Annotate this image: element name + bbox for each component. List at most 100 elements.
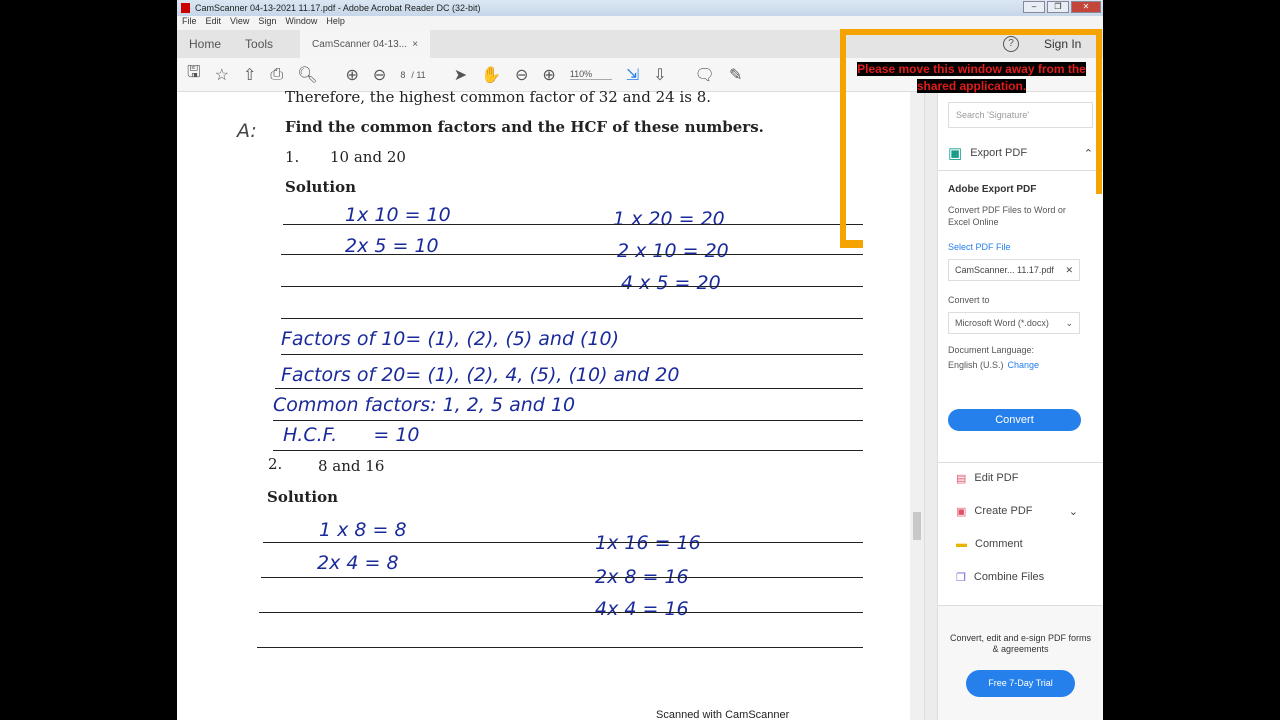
warning-line-2: shared application. [916,79,1027,93]
tool-edit-pdf[interactable]: ▤ Edit PDF [956,472,1018,485]
ruled-line [283,224,863,225]
solution2-label: Solution [267,488,338,506]
page-number-input[interactable]: 8 [400,70,405,80]
hand-tool-icon[interactable]: ✋ [481,65,501,85]
create-pdf-icon: ▣ [956,506,967,518]
solution1-label: Solution [285,178,356,196]
zoom-in-icon[interactable]: ⊕ [542,65,555,85]
tool-label: Combine Files [973,571,1045,583]
q2-text: 8 and 16 [318,457,385,475]
free-trial-button[interactable]: Free 7-Day Trial [966,670,1075,697]
scroll-mode-icon[interactable]: ⇩ [653,65,666,85]
hw-line: 2x 4 = 8 [317,552,399,574]
ruled-line [281,254,863,255]
tab-home[interactable]: Home [177,30,233,58]
restore-button[interactable]: ❐ [1047,1,1069,13]
tab-close-icon[interactable]: × [412,39,418,50]
format-value: Microsoft Word (*.docx) [955,318,1049,328]
ruled-line [281,354,863,355]
highlight-pen-icon[interactable]: ✎ [729,65,742,85]
chevron-down-icon: ⌄ [1065,318,1073,328]
right-black-bar [1103,0,1280,720]
divider [938,462,1103,463]
convert-button[interactable]: Convert [948,409,1081,431]
bookmark-star-icon[interactable]: ☆ [215,65,229,85]
hw-line: 1x 10 = 10 [345,204,451,226]
change-language-link[interactable]: Change [1008,360,1040,370]
page-total: / 11 [411,69,426,80]
tab-tools[interactable]: Tools [233,30,285,58]
ruled-line [261,577,863,578]
q1-number: 1. [285,148,300,166]
zoom-out-icon[interactable]: ⊖ [515,65,528,85]
file-name: CamScanner... 11.17.pdf [955,265,1054,275]
factors-of-20: Factors of 20= (1), (2), 4, (5), (10) an… [281,364,680,386]
document-page: Therefore, the highest common factor of … [177,88,912,720]
common-factors: Common factors: 1, 2, 5 and 10 [273,394,576,416]
minimize-button[interactable]: – [1023,1,1045,13]
warning-line-1: Please move this window away from the [857,62,1086,76]
page-up-icon[interactable]: ⊕ [346,65,359,85]
print-icon[interactable]: ⎙ [270,66,283,84]
ruled-line [259,612,863,613]
fit-page-icon[interactable]: ⇲ [626,65,639,85]
window-title: CamScanner 04-13-2021 11.17.pdf - Adobe … [195,3,481,13]
tool-label: Create PDF [974,505,1033,517]
selected-file-field[interactable]: CamScanner... 11.17.pdf ✕ [948,259,1080,281]
close-button[interactable]: ✕ [1071,1,1101,13]
hw-line: 4x 4 = 16 [595,598,689,620]
hw-line: 1 x 20 = 20 [613,208,725,230]
screen-share-warning: Please move this window away from the sha… [847,61,1096,95]
tab-document[interactable]: CamScanner 04-13... × [300,30,431,58]
title-bar: CamScanner 04-13-2021 11.17.pdf - Adobe … [177,0,1103,16]
menu-window[interactable]: Window [285,16,317,30]
language-value: English (U.S.) [948,360,1004,370]
save-icon[interactable]: 🖫 [187,61,201,88]
menu-help[interactable]: Help [326,16,345,30]
tool-label: Edit PDF [974,472,1019,484]
format-select[interactable]: Microsoft Word (*.docx) ⌄ [948,312,1080,334]
combine-files-icon: ❐ [956,572,966,584]
tool-label: Comment [975,538,1023,550]
hw-line: 2 x 10 = 20 [617,240,729,262]
menu-bar: File Edit View Sign Window Help [177,16,1103,30]
remove-file-icon[interactable]: ✕ [1065,265,1073,275]
chevron-down-icon[interactable]: ⌄ [1069,505,1078,518]
screen-share-highlight-border [840,240,863,248]
ruled-line [281,318,863,319]
ruled-line [281,286,863,287]
hcf-result: H.C.F. = 10 [283,424,420,446]
ruled-line [275,388,863,389]
comment-tool-icon: ▬ [956,538,967,550]
tab-document-label: CamScanner 04-13... [312,38,408,50]
scrollbar-thumb[interactable] [913,512,921,540]
left-black-bar [0,0,177,720]
zoom-select[interactable]: 110% [569,69,612,80]
q2-number: 2. [268,455,283,473]
menu-file[interactable]: File [182,16,197,30]
menu-sign[interactable]: Sign [258,16,276,30]
factors-of-10: Factors of 10= (1), (2), (5) and (10) [281,328,620,350]
ruled-line [263,542,863,543]
convert-to-label: Convert to [948,295,990,305]
tool-comment[interactable]: ▬ Comment [956,538,1023,550]
hw-line: 4 x 5 = 20 [621,272,721,294]
search-zoom-icon[interactable]: 🔍︎ [297,65,317,85]
doc-heading: Find the common factors and the HCF of t… [285,118,764,136]
doc-line-top: Therefore, the highest common factor of … [285,88,712,106]
tool-create-pdf[interactable]: ▣ Create PDF ⌄ [956,505,1078,518]
tool-combine-files[interactable]: ❐ Combine Files [956,571,1044,584]
q1-text: 10 and 20 [330,148,406,166]
margin-note: A: [237,120,257,142]
menu-view[interactable]: View [230,16,249,30]
upload-cloud-icon[interactable]: ⇧ [243,65,256,85]
comment-icon[interactable]: 🗨︎ [695,65,715,85]
promo-text: Convert, edit and e-sign PDF forms & agr… [949,633,1092,654]
acrobat-icon [181,3,190,13]
ruled-line [273,420,863,421]
select-cursor-icon[interactable]: ➤ [454,65,467,85]
menu-edit[interactable]: Edit [206,16,222,30]
hw-line: 1x 16 = 16 [595,532,701,554]
screen-share-highlight-border [1096,29,1102,194]
page-down-icon[interactable]: ⊖ [373,65,386,85]
